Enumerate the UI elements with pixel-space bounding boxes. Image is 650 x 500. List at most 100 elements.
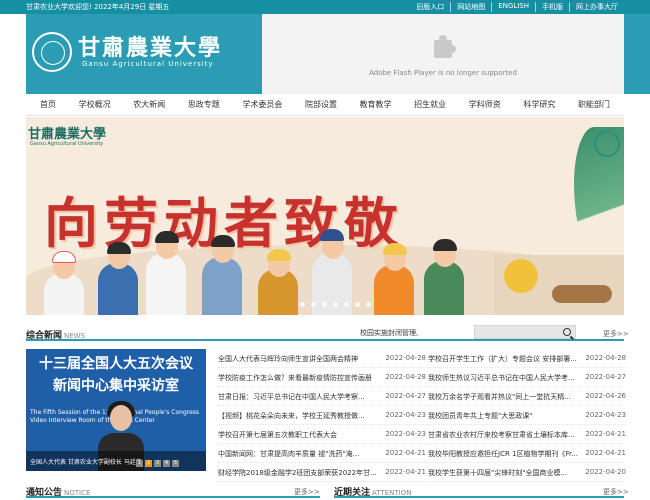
english-link[interactable]: ENGLISH	[491, 2, 535, 12]
sun-icon	[504, 259, 538, 293]
logo-english-name: Gansu Agricultural University	[82, 60, 214, 68]
list-item[interactable]: 我校师生热议习近平总书记在中国人民大学考... 2022-04-27	[428, 368, 626, 387]
list-item[interactable]: 学校防疫工作怎么做？来看最新疫情防控宣传画册 2022-04-28	[218, 368, 426, 387]
welcome-text: 甘肃农业大学欢迎您! 2022年4月29日 星期五	[26, 3, 170, 11]
photo-pager-item[interactable]: 5	[172, 460, 179, 467]
carousel-dot[interactable]	[355, 302, 360, 307]
nav-item-news[interactable]: 农大新闻	[133, 95, 165, 114]
attention-title-en: ATTENTION	[372, 489, 412, 497]
attention-more-link[interactable]: 更多>>	[603, 487, 629, 497]
list-item[interactable]: 我校万余名学子观看并热议"同上一堂抗天精... 2022-04-26	[428, 387, 626, 406]
search-icon[interactable]	[563, 328, 571, 336]
news-item-title[interactable]: 甘肃省农业农村厅来校考察甘肃省土壤标本库...	[428, 430, 578, 440]
photo-caption-bar: 全国人大代表 甘肃农业大学副校长 马廷荣	[26, 451, 206, 471]
news-item-title[interactable]: 【视频】桃花朵朵向未来，学校王延秀教授做...	[218, 411, 378, 421]
banner-seal-icon	[594, 131, 620, 157]
top-links: 旧版入口 网站地图 ENGLISH 手机版 网上办事大厅	[410, 2, 624, 12]
news-item-date: 2022-04-23	[585, 411, 626, 419]
news-item-date: 2022-04-20	[585, 468, 626, 476]
news-item-title[interactable]: 我校万余名学子观看并热议"同上一堂抗天精...	[428, 392, 578, 402]
list-item[interactable]: 中国新闻网：甘肃提高肉羊质量 褪"洗药"淹... 2022-04-21	[218, 444, 426, 463]
carousel-dot[interactable]	[322, 302, 327, 307]
carousel-dot[interactable]	[311, 302, 316, 307]
site-logo[interactable]: 甘肅農業大學 Gansu Agricultural University	[26, 14, 262, 94]
notice-more-link[interactable]: 更多>>	[294, 487, 320, 497]
news-ticker[interactable]: 校园实施封闭管理,	[360, 328, 418, 338]
news-item-date: 2022-04-27	[585, 373, 626, 381]
list-item[interactable]: 我校学生获第十四届"尖锋时刻"全国商业模... 2022-04-20	[428, 463, 626, 482]
university-seal-icon	[32, 32, 72, 72]
nav-item-academic-committee[interactable]: 学术委员会	[242, 95, 282, 114]
log-illustration	[552, 285, 612, 303]
online-services-link[interactable]: 网上办事大厅	[569, 2, 624, 12]
list-item[interactable]: 【视频】桃花朵朵向未来，学校王延秀教授做... 2022-04-23	[218, 406, 426, 425]
news-list-left: 全国人大代表马辉玲向师生宣讲全国两会精神 2022-04-28 学校防疫工作怎么做…	[218, 349, 426, 482]
news-item-title[interactable]: 中国新闻网：甘肃提高肉羊质量 褪"洗药"淹...	[218, 449, 378, 459]
photo-pager-item[interactable]: 1	[136, 460, 143, 467]
list-item[interactable]: 学校召开学生工作（扩大）专题会议 安排部署... 2022-04-28	[428, 349, 626, 368]
carousel-dot[interactable]	[333, 302, 338, 307]
news-item-date: 2022-04-28	[385, 354, 426, 362]
news-item-title[interactable]: 学校召开学生工作（扩大）专题会议 安排部署...	[428, 354, 578, 364]
flash-message: Adobe Flash Player is no longer supporte…	[369, 69, 517, 77]
news-item-title[interactable]: 全国人大代表马辉玲向师生宣讲全国两会精神	[218, 354, 378, 364]
news-item-date: 2022-04-23	[385, 430, 426, 438]
nav-item-departments[interactable]: 院部设置	[305, 95, 337, 114]
list-item[interactable]: 全国人大代表马辉玲向师生宣讲全国两会精神 2022-04-28	[218, 349, 426, 368]
news-item-date: 2022-04-28	[585, 354, 626, 362]
carousel-dot[interactable]	[344, 302, 349, 307]
news-item-title[interactable]: 我校毕阳教授应邀担任JCR 1区植物学期刊《Fr...	[428, 449, 578, 459]
list-item[interactable]: 甘肃省农业农村厅来校考察甘肃省土壤标本库... 2022-04-21	[428, 425, 626, 444]
news-item-title[interactable]: 学校防疫工作怎么做？来看最新疫情防控宣传画册	[218, 373, 378, 383]
notice-title-cn: 通知公告	[26, 488, 63, 498]
news-item-date: 2022-04-27	[385, 392, 426, 400]
main-nav: 首页 学校概况 农大新闻 思政专题 学术委员会 院部设置 教育教学 招生就业 学…	[26, 94, 624, 116]
header-side-band	[624, 14, 650, 94]
news-item-title[interactable]: 学校召开第七届第五次教职工代表大会	[218, 430, 378, 440]
top-bar: 甘肃农业大学欢迎您! 2022年4月29日 星期五 旧版入口 网站地图 ENGL…	[0, 0, 650, 14]
news-list-right: 学校召开学生工作（扩大）专题会议 安排部署... 2022-04-28 我校师生热…	[428, 349, 626, 482]
nav-item-home[interactable]: 首页	[40, 95, 56, 114]
list-item[interactable]: 甘肃日报：习近平总书记在中国人民大学考察... 2022-04-27	[218, 387, 426, 406]
photo-pager-item-active[interactable]: 2	[145, 460, 152, 467]
carousel-dot[interactable]	[300, 302, 305, 307]
nav-item-admissions[interactable]: 招生就业	[414, 95, 446, 114]
mobile-link[interactable]: 手机版	[535, 2, 569, 12]
hero-banner[interactable]: 甘肅農業大學 Gansu Agricultural University 向劳动…	[26, 117, 624, 315]
news-item-date: 2022-04-21	[585, 449, 626, 457]
photo-pager-item[interactable]: 3	[154, 460, 161, 467]
news-more-link[interactable]: 更多>>	[603, 329, 629, 339]
nav-item-ideology[interactable]: 思政专题	[188, 95, 220, 114]
nav-item-education[interactable]: 教育教学	[360, 95, 392, 114]
nav-item-about[interactable]: 学校概况	[79, 95, 111, 114]
list-item[interactable]: 财经学院2018级金融学2班团支部荣获2022年甘... 2022-04-21	[218, 463, 426, 482]
sitemap-link[interactable]: 网站地图	[450, 2, 491, 12]
nav-item-research[interactable]: 科学研究	[523, 95, 555, 114]
header: 甘肅農業大學 Gansu Agricultural University Ado…	[0, 14, 650, 94]
old-version-link[interactable]: 旧版入口	[410, 2, 450, 12]
news-item-date: 2022-04-21	[385, 449, 426, 457]
news-item-title[interactable]: 我校学生获第十四届"尖锋时刻"全国商业模...	[428, 468, 578, 478]
nav-item-functional-depts[interactable]: 职能部门	[578, 95, 610, 114]
news-featured-photo[interactable]: 十三届全国人大五次会议 新闻中心集中采访室 The Fifth Session …	[26, 349, 206, 471]
news-title-en: NEWS	[64, 332, 86, 340]
news-item-title[interactable]: 甘肃日报：习近平总书记在中国人民大学考察...	[218, 392, 378, 402]
news-item-title[interactable]: 财经学院2018级金融学2班团支部荣获2022年甘...	[218, 468, 378, 478]
carousel-dot[interactable]	[366, 302, 371, 307]
list-item[interactable]: 学校召开第七届第五次教职工代表大会 2022-04-23	[218, 425, 426, 444]
photo-caption: 全国人大代表 甘肃农业大学副校长 马廷荣	[30, 459, 142, 466]
notice-title-en: NOTICE	[64, 489, 91, 497]
banner-logo-english: Gansu Agricultural University	[30, 141, 104, 147]
list-item[interactable]: 我校团员青年共上专题"大思政课" 2022-04-23	[428, 406, 626, 425]
plugin-puzzle-icon	[434, 35, 456, 58]
notice-section-title: 通知公告 NOTICE	[26, 485, 90, 498]
photo-pager-item[interactable]: 4	[163, 460, 170, 467]
news-item-title[interactable]: 我校师生热议习近平总书记在中国人民大学考...	[428, 373, 578, 383]
news-section-title: 综合新闻 NEWS	[26, 328, 85, 341]
photo-headline-line2: 新闻中心集中采访室	[53, 378, 179, 394]
nav-item-faculty[interactable]: 学科师资	[469, 95, 501, 114]
search-input[interactable]	[474, 325, 576, 339]
news-item-title[interactable]: 我校团员青年共上专题"大思政课"	[428, 411, 578, 421]
list-item[interactable]: 我校毕阳教授应邀担任JCR 1区植物学期刊《Fr... 2022-04-21	[428, 444, 626, 463]
banner-logo-chinese: 甘肅農業大學	[28, 127, 107, 142]
